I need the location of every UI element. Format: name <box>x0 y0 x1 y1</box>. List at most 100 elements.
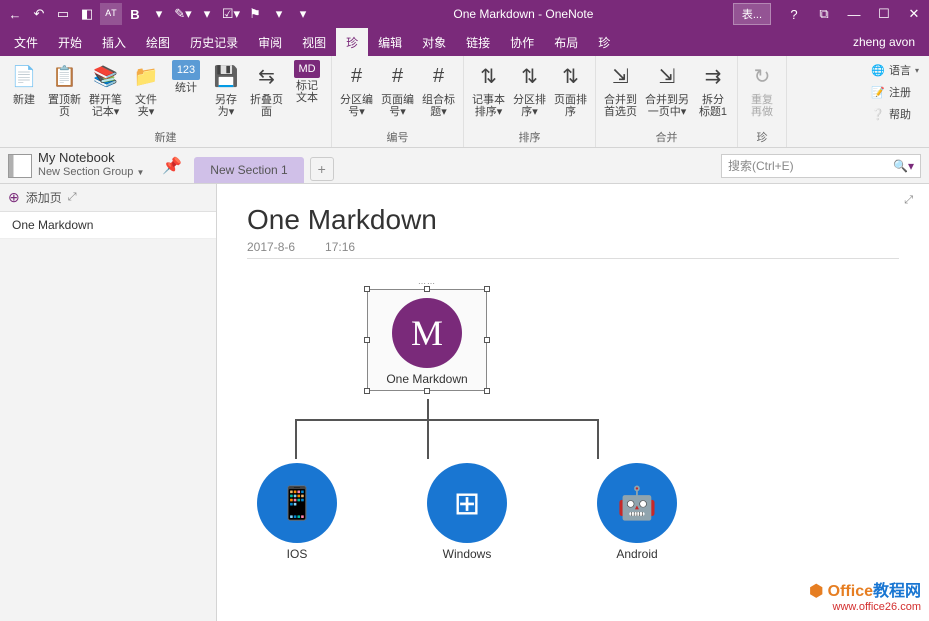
help-button[interactable]: ❔帮助 <box>869 104 921 124</box>
checkbox-icon[interactable]: ☑▾ <box>220 3 242 25</box>
group-label-new: 新建 <box>4 127 327 147</box>
sort-nb-icon: ⇅ <box>473 60 505 92</box>
resize-handle[interactable] <box>484 388 490 394</box>
back-icon[interactable]: ← <box>4 3 26 25</box>
minimize-icon[interactable]: — <box>839 0 869 28</box>
group-title-button[interactable]: #组合标 题▾ <box>418 58 459 127</box>
merge-first-button[interactable]: ⇲合并到 首选页 <box>600 58 641 127</box>
section-tab[interactable]: New Section 1 <box>194 157 303 183</box>
maximize-icon[interactable]: ☐ <box>869 0 899 28</box>
tablet-mode-badge[interactable]: 表... <box>733 3 771 25</box>
page-date[interactable]: 2017-8-6 <box>247 240 295 254</box>
menu-draw[interactable]: 绘图 <box>136 28 180 56</box>
group-label-sort: 排序 <box>468 127 591 147</box>
menu-zhen[interactable]: 珍 <box>336 28 368 56</box>
help-icon[interactable]: ? <box>779 0 809 28</box>
notebook-bar: My Notebook New Section Group ▼ 📌 New Se… <box>0 148 929 184</box>
flag-icon[interactable]: ⚑ <box>244 3 266 25</box>
android-icon: 🤖 <box>597 463 677 543</box>
notebook-thumb-icon <box>8 154 32 178</box>
search-input[interactable]: 搜索(Ctrl+E) 🔍▾ <box>721 154 921 178</box>
menu-zhen2[interactable]: 珍 <box>588 28 620 56</box>
undo-icon[interactable]: ↶ <box>28 3 50 25</box>
page-title[interactable]: One Markdown <box>247 204 899 236</box>
child-node-windows[interactable]: ⊞ Windows <box>417 459 517 561</box>
hash-icon: # <box>341 60 373 92</box>
merge-one-icon: ⇲ <box>651 60 683 92</box>
dock-icon[interactable]: ◧ <box>76 3 98 25</box>
fullscreen-icon[interactable]: ⤢ <box>904 194 913 207</box>
collapse-icon: ⇆ <box>251 60 283 92</box>
language-button[interactable]: 🌐语言▾ <box>869 60 921 80</box>
section-number-button[interactable]: #分区编 号▾ <box>336 58 377 127</box>
child-label: Windows <box>417 547 517 561</box>
menu-review[interactable]: 审阅 <box>248 28 292 56</box>
customize-icon[interactable]: ▾ <box>292 3 314 25</box>
page-number-button[interactable]: #页面编 号▾ <box>377 58 418 127</box>
add-page-button[interactable]: ⊕ 添加页 ⤢ <box>0 184 216 212</box>
child-node-android[interactable]: 🤖 Android <box>587 459 687 561</box>
resize-handle[interactable] <box>364 286 370 292</box>
highlighter-icon[interactable]: ✎▾ <box>172 3 194 25</box>
menu-file[interactable]: 文件 <box>4 28 48 56</box>
menu-insert[interactable]: 插入 <box>92 28 136 56</box>
notebook-selector[interactable]: My Notebook New Section Group ▼ <box>0 151 152 180</box>
menu-home[interactable]: 开始 <box>48 28 92 56</box>
collapse-page-button[interactable]: ⇆折叠页 面 <box>246 58 287 127</box>
resize-handle[interactable] <box>484 337 490 343</box>
add-section-button[interactable]: + <box>310 157 334 181</box>
folder-button[interactable]: 📁文件 夹▾ <box>126 58 166 127</box>
more-icon[interactable]: ▾ <box>268 3 290 25</box>
user-name[interactable]: zheng avon <box>853 35 925 49</box>
menu-link[interactable]: 链接 <box>456 28 500 56</box>
menu-view[interactable]: 视图 <box>292 28 336 56</box>
diagram-root-node[interactable]: ⋯⋯ M One Markdown <box>367 289 487 391</box>
merge-one-button[interactable]: ⇲合并到另 一页中▾ <box>641 58 693 127</box>
dropdown-icon[interactable]: ▾ <box>148 3 170 25</box>
bold-icon[interactable]: B <box>124 3 146 25</box>
section-sort-button[interactable]: ⇅分区排 序▾ <box>509 58 550 127</box>
text-select-icon[interactable]: ᴬᵀ <box>100 3 122 25</box>
ribbon-collapse-icon[interactable]: ⧉ <box>809 0 839 28</box>
title-bar: ← ↶ ▭ ◧ ᴬᵀ B ▾ ✎▾ ▾ ☑▾ ⚑ ▾ ▾ One Markdow… <box>0 0 929 28</box>
page-list-item[interactable]: One Markdown <box>0 212 216 239</box>
connector-line <box>295 419 597 421</box>
mark-text-button[interactable]: MD标记 文本 <box>287 58 327 127</box>
stats-button[interactable]: 123统计 <box>166 58 206 127</box>
resize-handle[interactable] <box>424 388 430 394</box>
main-area: ⊕ 添加页 ⤢ One Markdown ⤢ One Markdown 2017… <box>0 184 929 621</box>
register-button[interactable]: 📝注册 <box>869 82 921 102</box>
sort-sec-icon: ⇅ <box>514 60 546 92</box>
resize-handle[interactable] <box>364 388 370 394</box>
dropdown2-icon[interactable]: ▾ <box>196 3 218 25</box>
page-sort-button[interactable]: ⇅页面排 序 <box>550 58 591 127</box>
page-icon[interactable]: ▭ <box>52 3 74 25</box>
new-button[interactable]: 📄新建 <box>4 58 44 127</box>
child-node-ios[interactable]: 📱 IOS <box>247 459 347 561</box>
page-time[interactable]: 17:16 <box>325 240 355 254</box>
group-label-zhen: 珍 <box>742 127 782 147</box>
split-title-button[interactable]: ⇉拆分 标题1 <box>693 58 733 127</box>
pin-icon[interactable]: 📌 <box>162 156 182 176</box>
page-canvas[interactable]: ⤢ One Markdown 2017-8-6 17:16 ⋯⋯ M One M… <box>217 184 929 621</box>
menu-collab[interactable]: 协作 <box>500 28 544 56</box>
menu-edit[interactable]: 编辑 <box>368 28 412 56</box>
close-icon[interactable]: ✕ <box>899 0 929 28</box>
selection-frame[interactable]: M One Markdown <box>367 289 487 391</box>
pin-top-button[interactable]: 📋置顶新 页 <box>44 58 85 127</box>
resize-handle[interactable] <box>484 286 490 292</box>
menu-layout[interactable]: 布局 <box>544 28 588 56</box>
redo-button[interactable]: ↻重复 再做 <box>742 58 782 127</box>
menu-history[interactable]: 历史记录 <box>180 28 248 56</box>
search-icon: 🔍▾ <box>893 159 914 173</box>
open-notebook-button[interactable]: 📚群开笔 记本▾ <box>85 58 126 127</box>
resize-handle[interactable] <box>424 286 430 292</box>
notebook-sort-button[interactable]: ⇅记事本 排序▾ <box>468 58 509 127</box>
save-as-button[interactable]: 💾另存 为▾ <box>206 58 246 127</box>
window-title: One Markdown - OneNote <box>314 7 733 21</box>
menu-object[interactable]: 对象 <box>412 28 456 56</box>
resize-handle[interactable] <box>364 337 370 343</box>
merge-first-icon: ⇲ <box>605 60 637 92</box>
watermark-url: www.office26.com <box>809 601 921 613</box>
expand-sidebar-icon[interactable]: ⤢ <box>68 191 77 204</box>
